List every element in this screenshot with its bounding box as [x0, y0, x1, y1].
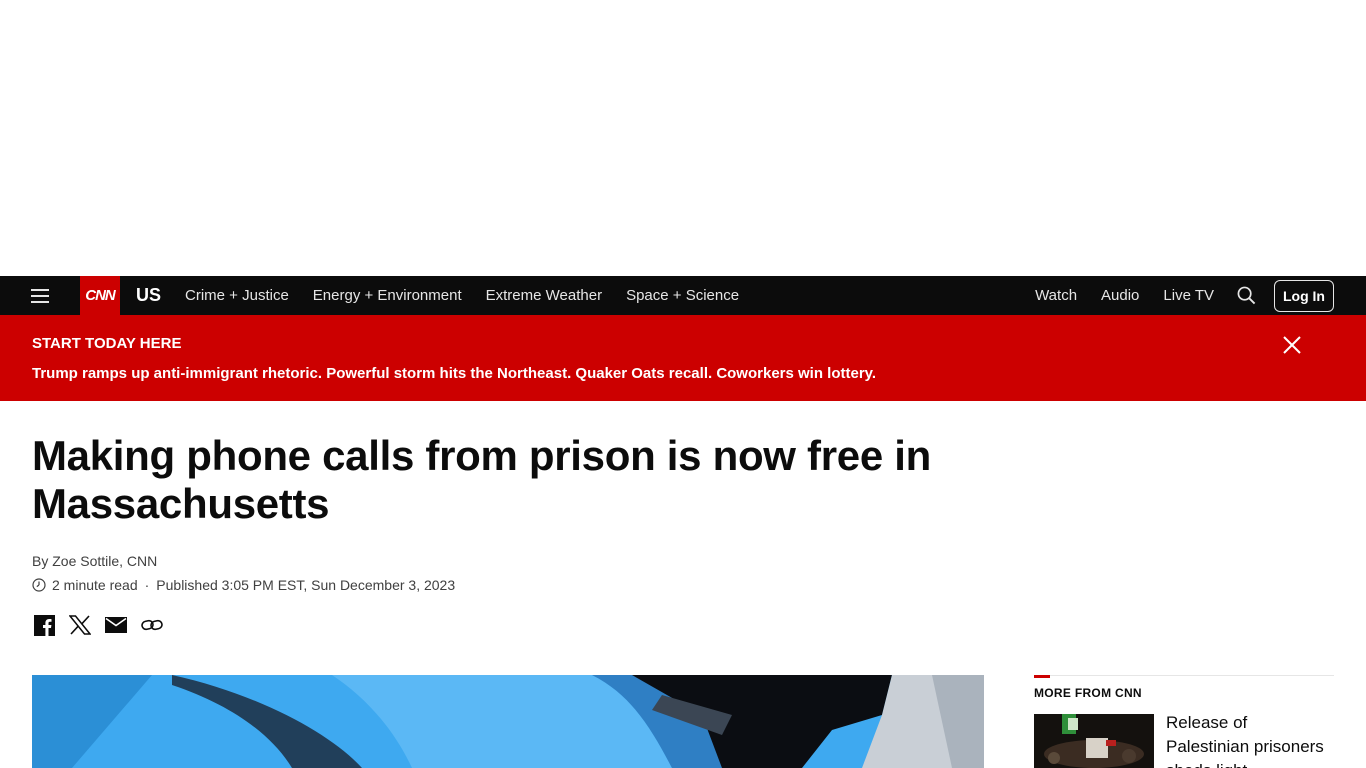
nav-link-energy-environment[interactable]: Energy + Environment	[301, 287, 474, 304]
section-name[interactable]: US	[136, 285, 161, 306]
banner-text[interactable]: Trump ramps up anti-immigrant rhetoric. …	[32, 365, 876, 382]
hamburger-icon	[31, 288, 49, 303]
top-nav: CNN US Crime + Justice Energy + Environm…	[0, 276, 1366, 315]
share-facebook-button[interactable]	[32, 613, 56, 637]
article-headline: Making phone calls from prison is now fr…	[32, 432, 931, 527]
clock-icon	[32, 578, 46, 592]
copy-link-button[interactable]	[140, 613, 164, 637]
sidebar-title: MORE FROM CNN	[1034, 686, 1142, 700]
search-icon	[1237, 286, 1255, 305]
close-icon	[1283, 336, 1301, 354]
email-icon	[105, 617, 127, 633]
story-photo	[1034, 714, 1154, 768]
search-button[interactable]	[1226, 276, 1266, 315]
section-links: Crime + Justice Energy + Environment Ext…	[173, 287, 751, 304]
article-meta: 2 minute read · Published 3:05 PM EST, S…	[32, 577, 455, 593]
hero-photo	[32, 675, 984, 768]
published-timestamp: Published 3:05 PM EST, Sun December 3, 2…	[156, 577, 456, 593]
article-hero-image[interactable]	[32, 675, 984, 768]
sidebar-story-headline[interactable]: Release of Palestinian prisoners sheds l…	[1166, 711, 1334, 768]
facebook-icon	[33, 614, 55, 636]
link-icon	[141, 619, 163, 631]
article-byline[interactable]: By Zoe Sottile, CNN	[32, 553, 157, 569]
cnn-logo[interactable]: CNN	[80, 276, 120, 315]
nav-link-crime-justice[interactable]: Crime + Justice	[173, 287, 301, 304]
nav-link-extreme-weather[interactable]: Extreme Weather	[474, 287, 614, 304]
banner-title: START TODAY HERE	[32, 335, 182, 352]
nav-right: Watch Audio Live TV Log In	[1023, 276, 1334, 315]
sidebar-divider	[1034, 675, 1334, 678]
nav-link-live-tv[interactable]: Live TV	[1151, 287, 1226, 304]
logo-text: CNN	[85, 287, 115, 304]
more-from-cnn: MORE FROM CNN Release of Palestinian pri…	[1034, 675, 1334, 768]
nav-link-audio[interactable]: Audio	[1089, 287, 1151, 304]
banner-close-button[interactable]	[1280, 333, 1304, 357]
nav-link-space-science[interactable]: Space + Science	[614, 287, 751, 304]
read-time: 2 minute read	[52, 577, 138, 593]
sidebar-story-thumbnail[interactable]	[1034, 714, 1154, 768]
share-bar	[32, 613, 176, 637]
login-button[interactable]: Log In	[1274, 279, 1334, 312]
start-today-banner[interactable]: START TODAY HERE Trump ramps up anti-imm…	[0, 315, 1366, 401]
share-email-button[interactable]	[104, 613, 128, 637]
sidebar-story[interactable]: Release of Palestinian prisoners sheds l…	[1034, 711, 1334, 768]
nav-link-watch[interactable]: Watch	[1023, 287, 1089, 304]
ad-space	[0, 0, 1366, 276]
meta-separator: ·	[144, 577, 150, 593]
menu-button[interactable]	[0, 276, 80, 315]
x-icon	[69, 615, 91, 635]
share-x-button[interactable]	[68, 613, 92, 637]
